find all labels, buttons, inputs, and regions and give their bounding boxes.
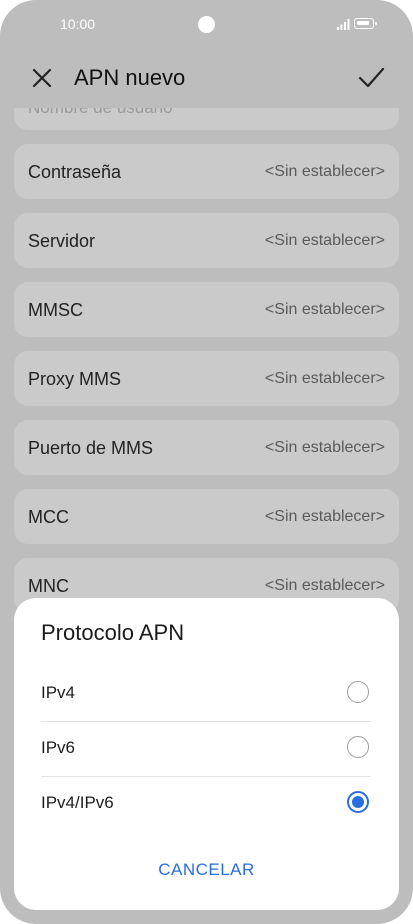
cancel-button[interactable]: CANCELAR (14, 860, 399, 880)
list-item-label: Servidor (28, 231, 96, 251)
phone-screen: 10:00 APN nuevo Nombre de usuario Contra… (0, 0, 413, 924)
battery-icon (354, 18, 377, 29)
list-item-value: <Sin establecer> (264, 439, 385, 456)
page-title: APN nuevo (74, 65, 186, 90)
radio-button[interactable] (347, 736, 369, 758)
list-item-label: MCC (28, 507, 69, 527)
toolbar: APN nuevo (0, 50, 413, 106)
list-item-password[interactable]: Contraseña <Sin establecer> (14, 144, 399, 199)
apn-protocol-dialog: Protocolo APN IPv4 IPv6 IPv4/IPv6 CANCEL… (14, 598, 399, 910)
close-icon[interactable] (28, 64, 56, 92)
list-item-label: Proxy MMS (28, 369, 122, 389)
list-item-username-partial[interactable]: Nombre de usuario (14, 108, 399, 130)
signal-icon (337, 19, 350, 30)
option-ipv4[interactable]: IPv4 (41, 667, 371, 721)
list-item-server[interactable]: Servidor <Sin establecer> (14, 213, 399, 268)
list-item-label: Contraseña (28, 162, 122, 182)
camera-cutout (198, 16, 215, 33)
list-item-value: <Sin establecer> (264, 577, 385, 594)
option-ipv4-ipv6[interactable]: IPv4/IPv6 (41, 777, 371, 831)
radio-button[interactable] (347, 681, 369, 703)
option-label: IPv4/IPv6 (41, 793, 114, 812)
list-item-value: <Sin establecer> (264, 163, 385, 180)
list-item-label: MNC (28, 576, 69, 596)
status-bar: 10:00 (0, 0, 413, 50)
list-item-value: <Sin establecer> (264, 508, 385, 525)
list-item-value: <Sin establecer> (264, 232, 385, 249)
list-item-mcc[interactable]: MCC <Sin establecer> (14, 489, 399, 544)
list-item-label: MMSC (28, 300, 83, 320)
list-item-mms-port[interactable]: Puerto de MMS <Sin establecer> (14, 420, 399, 475)
radio-button-selected[interactable] (347, 791, 369, 813)
list-item-label: Nombre de usuario (28, 108, 173, 118)
list-item-label: Puerto de MMS (28, 438, 154, 458)
list-item-mms-proxy[interactable]: Proxy MMS <Sin establecer> (14, 351, 399, 406)
check-icon[interactable] (356, 64, 386, 92)
option-label: IPv6 (41, 738, 76, 757)
dialog-title: Protocolo APN (41, 620, 185, 645)
list-item-value: <Sin establecer> (264, 301, 385, 318)
option-label: IPv4 (41, 683, 76, 702)
option-ipv6[interactable]: IPv6 (41, 722, 371, 776)
status-time: 10:00 (60, 16, 96, 32)
list-item-mmsc[interactable]: MMSC <Sin establecer> (14, 282, 399, 337)
list-item-value: <Sin establecer> (264, 370, 385, 387)
